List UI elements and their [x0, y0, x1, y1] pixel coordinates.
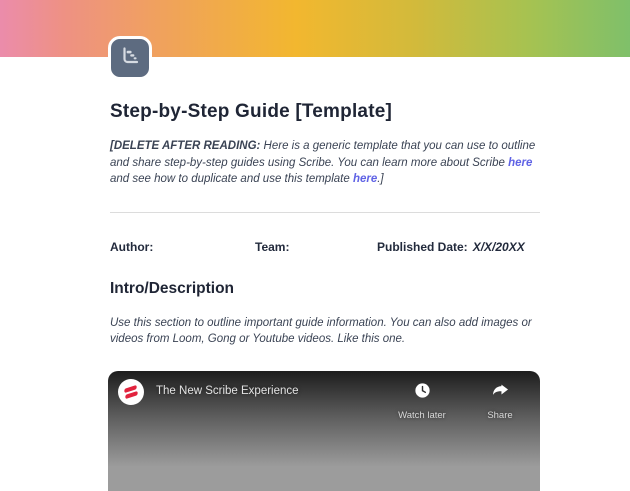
note-bold-prefix: [DELETE AFTER READING: — [110, 140, 260, 152]
published-date: Published Date: X/X/20XX — [377, 240, 540, 254]
meta-row: Author: Team: Published Date: X/X/20XX — [110, 240, 540, 254]
video-actions: Watch later Share — [394, 381, 528, 421]
youtube-video-embed[interactable]: The New Scribe Experience Watch later S — [108, 371, 540, 491]
team-label: Team: — [255, 240, 377, 254]
published-date-label: Published Date: — [377, 240, 468, 254]
watch-later-label: Watch later — [398, 410, 446, 421]
cover-banner — [0, 0, 630, 57]
duplicate-template-link[interactable]: here — [353, 173, 377, 185]
scribe-info-link[interactable]: here — [508, 157, 532, 169]
document-icon[interactable] — [108, 36, 152, 80]
note-text-2: and see how to duplicate and use this te… — [110, 173, 353, 185]
published-date-value: X/X/20XX — [473, 240, 525, 254]
watch-later-button[interactable]: Watch later — [394, 381, 450, 421]
share-button[interactable]: Share — [472, 381, 528, 421]
share-arrow-icon — [491, 381, 510, 405]
share-label: Share — [487, 410, 512, 421]
delete-after-reading-note: [DELETE AFTER READING: Here is a generic… — [110, 138, 540, 188]
video-title[interactable]: The New Scribe Experience — [156, 385, 394, 397]
section-divider — [110, 212, 540, 213]
video-header: The New Scribe Experience Watch later S — [108, 371, 540, 421]
author-label: Author: — [110, 240, 255, 254]
channel-avatar[interactable] — [118, 379, 144, 405]
clock-icon — [413, 381, 432, 405]
intro-section-heading: Intro/Description — [110, 280, 540, 298]
stairs-chart-icon — [118, 44, 142, 73]
intro-section-text: Use this section to outline important gu… — [110, 315, 540, 348]
page-title: Step-by-Step Guide [Template] — [110, 101, 540, 123]
document-body: Step-by-Step Guide [Template] [DELETE AF… — [110, 57, 540, 348]
note-suffix: .] — [377, 173, 383, 185]
